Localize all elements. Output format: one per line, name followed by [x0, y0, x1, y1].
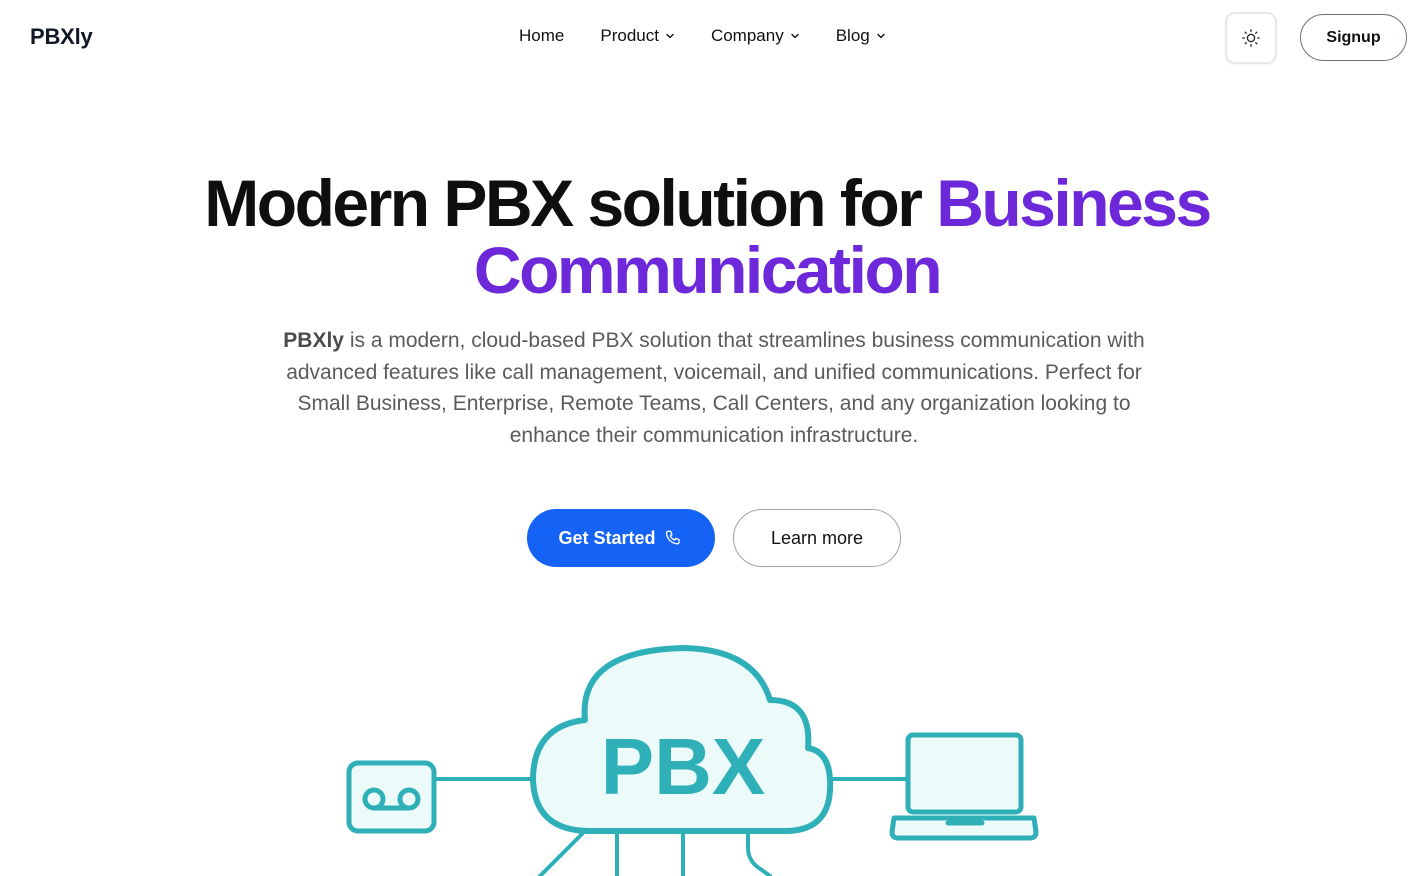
hero-title: Modern PBX solution for Business Communi… — [0, 170, 1414, 304]
nav-item-label: Company — [710, 26, 784, 45]
hero-title-main: Modern PBX solution for — [204, 166, 937, 240]
landing-page: PBXly Home Product Company Blog Signup M… — [0, 0, 1414, 876]
voicemail-icon — [346, 760, 437, 834]
cloud-label: PBX — [601, 722, 766, 811]
hero-title-accent: Business — [936, 166, 1212, 240]
nav-item-label: Blog — [835, 26, 870, 45]
nav-item-blog[interactable]: Blog — [836, 26, 886, 46]
logo[interactable]: PBXly — [30, 24, 93, 50]
get-started-label: Get Started — [558, 527, 656, 548]
hero-title-accent: Communication — [473, 233, 943, 307]
hero-description-brand: PBXly — [283, 329, 344, 352]
get-started-button[interactable]: Get Started — [527, 509, 715, 567]
hero-description: PBXly is a modern, cloud-based PBX solut… — [270, 325, 1158, 451]
pbx-illustration: PBX — [346, 645, 1039, 876]
sun-icon — [1242, 29, 1260, 47]
main-nav: Home Product Company Blog — [519, 26, 886, 46]
signup-button[interactable]: Signup — [1300, 14, 1407, 61]
nav-item-company[interactable]: Company — [711, 26, 800, 46]
nav-item-label: Home — [519, 26, 565, 45]
cloud-icon: PBX — [530, 645, 834, 834]
hero-description-text: is a modern, cloud-based PBX solution th… — [286, 329, 1145, 447]
phone-icon — [665, 530, 680, 545]
chevron-down-icon — [877, 33, 885, 39]
chevron-down-icon — [666, 33, 674, 39]
chevron-down-icon — [791, 33, 799, 39]
nav-item-home[interactable]: Home — [519, 26, 564, 46]
learn-more-button[interactable]: Learn more — [733, 509, 901, 567]
laptop-icon — [889, 732, 1039, 841]
nav-item-product[interactable]: Product — [600, 26, 675, 46]
theme-toggle-button[interactable] — [1225, 12, 1277, 64]
nav-item-label: Product — [600, 26, 659, 45]
